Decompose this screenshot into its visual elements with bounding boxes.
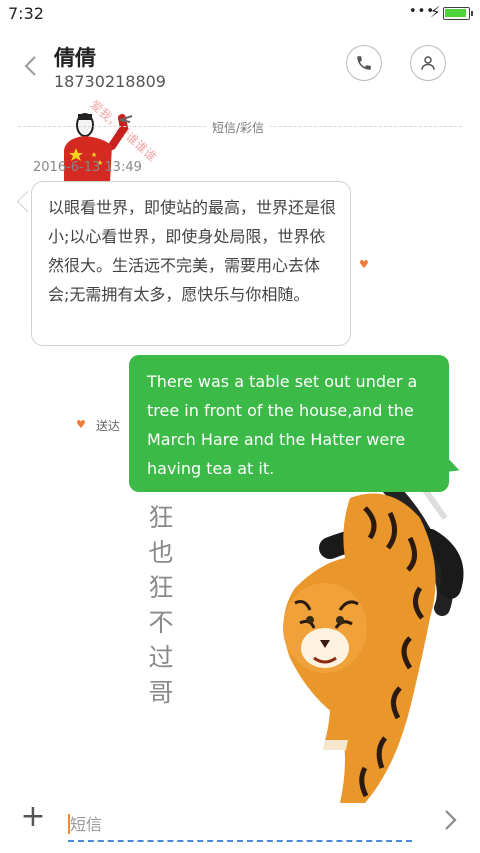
slogan-char: 狂 — [148, 503, 174, 532]
chevron-left-icon[interactable] — [20, 54, 42, 78]
input-underline — [68, 840, 412, 842]
status-bar — [0, 0, 480, 28]
battery-tip — [471, 11, 473, 16]
battery-level — [445, 9, 466, 17]
delivered-status: 送达 — [96, 419, 121, 433]
person-icon — [421, 56, 435, 70]
text-cursor — [68, 814, 70, 834]
chevron-right-icon[interactable] — [436, 806, 464, 834]
message-timestamp: 2016-6-13 13:49 — [33, 160, 142, 175]
incoming-message-text: 以眼看世界，即使站的最高，世界还是很小;以心看世界，即使身处局限，世界依然很大。… — [48, 198, 337, 304]
slogan-char: 不 — [148, 608, 174, 637]
message-type-label: 短信/彩信 — [206, 119, 271, 136]
battery-icon — [443, 7, 470, 20]
contact-phone: 18730218809 — [54, 72, 166, 91]
charging-icon: ⚡ — [430, 3, 441, 21]
tiger-illustration — [283, 480, 464, 803]
outgoing-message-text: There was a table set out under a tree i… — [147, 372, 418, 478]
background-slogan: 狂 也 狂 不 过 哥 — [143, 500, 179, 710]
add-attachment-button[interactable]: + — [19, 802, 47, 832]
message-input[interactable] — [68, 810, 414, 838]
phone-icon — [357, 56, 371, 70]
slogan-char: 过 — [148, 643, 174, 672]
contact-name: 倩倩 — [54, 46, 96, 70]
slogan-char: 狂 — [148, 573, 174, 602]
heart-icon: ♥ — [359, 258, 369, 271]
status-time: 7:32 — [8, 4, 44, 23]
slogan-char: 也 — [148, 538, 174, 567]
slogan-char: 哥 — [148, 678, 174, 707]
call-button[interactable] — [346, 45, 382, 81]
contact-details-button[interactable] — [410, 45, 446, 81]
heart-icon: ♥ — [76, 418, 86, 431]
